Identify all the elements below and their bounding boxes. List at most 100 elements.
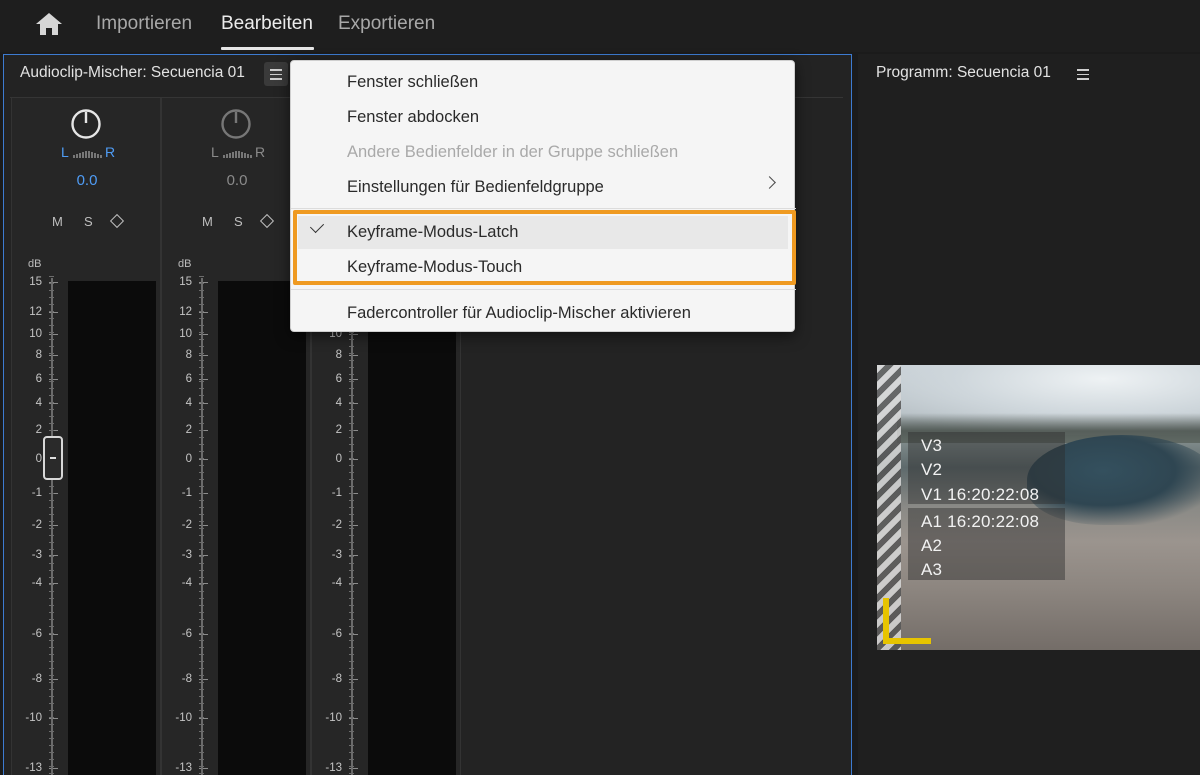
level-meter (218, 281, 306, 775)
db-scale-label: 8 (185, 349, 192, 361)
volume-fader-handle[interactable] (43, 436, 63, 480)
fader-track (351, 278, 353, 775)
tab-importieren[interactable]: Importieren (96, 13, 192, 35)
db-scale-label: -3 (331, 549, 342, 561)
solo-button[interactable]: S (234, 214, 243, 229)
overlay-track-a1: A1 16:20:22:08 (921, 512, 1040, 531)
menu-item-fenster-abdocken[interactable]: Fenster abdocken (347, 108, 479, 127)
db-scale-label: 0 (185, 453, 192, 465)
db-scale-label: 4 (335, 397, 342, 409)
tab-bearbeiten[interactable]: Bearbeiten (221, 13, 313, 35)
pan-left-label: L (211, 144, 219, 160)
db-scale-label: -13 (325, 762, 342, 774)
db-label: dB (178, 258, 192, 270)
fader-track (51, 278, 53, 775)
db-scale-label: 6 (35, 373, 42, 385)
pan-knob-icon[interactable] (220, 108, 252, 140)
menu-item-fenster-schliessen[interactable]: Fenster schließen (347, 73, 478, 92)
db-scale-label: 10 (179, 328, 192, 340)
db-scale-label: 2 (335, 424, 342, 436)
menu-item-andere-bedienfelder-schliessen: Andere Bedienfelder in der Gruppe schlie… (347, 143, 679, 161)
db-label: dB (28, 258, 42, 270)
db-scale-label: 8 (35, 349, 42, 361)
mute-button[interactable]: M (202, 214, 213, 229)
db-scale-label: 2 (35, 424, 42, 436)
db-scale-label: -13 (25, 762, 42, 774)
db-scale-label: 15 (29, 276, 42, 288)
db-scale-label: -4 (331, 577, 342, 589)
db-scale-label: 6 (335, 373, 342, 385)
db-scale-label: -3 (181, 549, 192, 561)
panel-context-menu: Fenster schließen Fenster abdocken Ander… (290, 60, 796, 332)
program-video-frame[interactable] (877, 365, 1200, 650)
db-scale-label: -1 (31, 487, 42, 499)
db-scale-label: -6 (31, 628, 42, 640)
db-scale-label: 4 (185, 397, 192, 409)
db-scale-label: -2 (181, 519, 192, 531)
db-scale-label: -8 (181, 673, 192, 685)
menu-separator (291, 208, 796, 209)
db-scale-label: 12 (29, 306, 42, 318)
active-tab-indicator (221, 47, 314, 50)
level-meter (68, 281, 156, 775)
solo-button[interactable]: S (84, 214, 93, 229)
db-scale-label: -4 (31, 577, 42, 589)
channel-1-volume-value[interactable]: 0.0 (62, 172, 112, 189)
db-scale-label: -2 (331, 519, 342, 531)
fader-track (201, 278, 203, 775)
overlay-track-v1: V1 16:20:22:08 (921, 485, 1040, 504)
db-scale-minor-tick (199, 276, 204, 277)
db-scale-label: -3 (31, 549, 42, 561)
pan-knob-icon[interactable] (70, 108, 102, 140)
db-scale-label: -8 (331, 673, 342, 685)
db-scale-label: -4 (181, 577, 192, 589)
db-scale-label: -13 (175, 762, 192, 774)
db-scale-label: 0 (335, 453, 342, 465)
db-scale-label: 2 (185, 424, 192, 436)
db-scale-label: 0 (35, 453, 42, 465)
corner-marker-icon (883, 638, 931, 644)
submenu-chevron-icon (763, 176, 776, 189)
overlay-track-v2: V2 (921, 460, 943, 479)
app-window: Importieren Bearbeiten Exportieren Audio… (0, 0, 1200, 775)
pan-left-label: L (61, 144, 69, 160)
program-panel-menu-button[interactable] (1071, 62, 1095, 86)
highlight-annotation-box (293, 210, 796, 285)
db-scale-label: -1 (181, 487, 192, 499)
panel-menu-button[interactable] (264, 62, 288, 86)
menu-separator (291, 289, 796, 290)
pan-level-bars-icon (73, 148, 103, 158)
pan-right-label: R (255, 144, 266, 160)
db-scale-label: -8 (31, 673, 42, 685)
db-scale-label: -2 (31, 519, 42, 531)
db-scale-label: -1 (331, 487, 342, 499)
db-scale-label: -10 (175, 712, 192, 724)
overlay-track-v3: V3 (921, 436, 943, 455)
db-scale-minor-tick (49, 276, 54, 277)
audio-mixer-title: Audioclip-Mischer: Secuencia 01 (20, 64, 245, 81)
db-scale-label: 6 (185, 373, 192, 385)
db-scale-label: -10 (25, 712, 42, 724)
menu-item-fadercontroller[interactable]: Fadercontroller für Audioclip-Mischer ak… (347, 304, 691, 323)
db-scale-label: 10 (29, 328, 42, 340)
overlay-track-a3: A3 (921, 560, 943, 579)
pan-level-bars-icon (223, 148, 253, 158)
mute-button[interactable]: M (52, 214, 63, 229)
db-scale-label: 12 (179, 306, 192, 318)
db-scale-label: -6 (331, 628, 342, 640)
db-scale-label: -10 (325, 712, 342, 724)
menu-item-einstellungen-bedienfeldgruppe[interactable]: Einstellungen für Bedienfeldgruppe (347, 178, 604, 197)
db-scale-label: 15 (179, 276, 192, 288)
video-hatch-overlay (877, 365, 901, 650)
db-scale-label: 4 (35, 397, 42, 409)
top-navigation: Importieren Bearbeiten Exportieren (0, 0, 1200, 52)
pan-right-label: R (105, 144, 116, 160)
level-meter (368, 281, 456, 775)
tab-exportieren[interactable]: Exportieren (338, 13, 435, 35)
db-scale-label: -6 (181, 628, 192, 640)
db-scale-label: 8 (335, 349, 342, 361)
home-icon[interactable] (34, 12, 64, 36)
program-monitor-title: Programm: Secuencia 01 (876, 64, 1051, 81)
overlay-track-a2: A2 (921, 536, 943, 555)
channel-2-volume-value[interactable]: 0.0 (212, 172, 262, 189)
